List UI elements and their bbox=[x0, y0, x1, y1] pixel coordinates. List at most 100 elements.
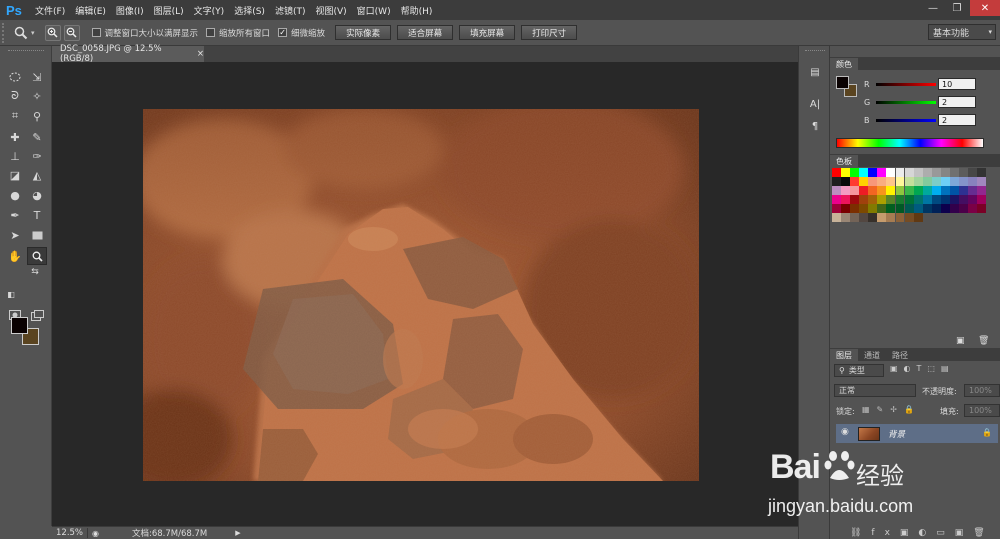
color-swatch[interactable] bbox=[886, 168, 896, 177]
color-swatch[interactable] bbox=[895, 195, 905, 205]
slider-track[interactable] bbox=[876, 118, 936, 122]
color-swatch[interactable] bbox=[931, 177, 941, 186]
path-selection-tool-icon[interactable]: ➤ bbox=[5, 226, 25, 244]
color-swatch[interactable] bbox=[841, 168, 850, 177]
paint-bucket-tool-icon[interactable]: ◭ bbox=[27, 166, 47, 184]
color-swatch[interactable] bbox=[868, 177, 878, 186]
document-tab[interactable]: DSC_0058.JPG @ 12.5%(RGB/8) × bbox=[52, 44, 204, 64]
color-swatch[interactable] bbox=[959, 177, 968, 186]
fill-input[interactable]: 100% bbox=[964, 404, 1000, 417]
color-swatch[interactable] bbox=[940, 168, 950, 177]
color-swatch[interactable] bbox=[922, 195, 932, 205]
strip-grip[interactable] bbox=[805, 50, 825, 51]
checkbox-box[interactable] bbox=[206, 28, 216, 37]
color-swatch[interactable] bbox=[850, 195, 860, 205]
slider-blue[interactable]: B 2 bbox=[864, 113, 1000, 127]
toolbox-grip[interactable] bbox=[8, 50, 44, 54]
zoom-level[interactable]: 12.5% bbox=[52, 528, 88, 538]
color-swatch[interactable] bbox=[913, 204, 923, 214]
resize-windows-checkbox[interactable]: 调整窗口大小以满屏显示 bbox=[91, 27, 198, 39]
color-swatch[interactable] bbox=[868, 186, 878, 196]
slider-track[interactable] bbox=[876, 82, 936, 86]
workspace-switcher[interactable]: 基本功能 ▾ bbox=[928, 24, 996, 40]
color-swatch[interactable] bbox=[950, 168, 959, 177]
color-swatch[interactable] bbox=[895, 186, 905, 196]
character-panel-icon[interactable]: A| bbox=[807, 96, 823, 112]
magic-wand-tool-icon[interactable]: ✧ bbox=[27, 87, 47, 105]
color-swatch[interactable] bbox=[841, 195, 850, 205]
tool-preset-dropdown-icon[interactable]: ▾ bbox=[31, 29, 35, 37]
color-swatch[interactable] bbox=[968, 204, 978, 214]
close-button[interactable]: ✕ bbox=[970, 0, 1000, 16]
menu-filter[interactable]: 滤镜(T) bbox=[270, 4, 311, 17]
slider-track[interactable] bbox=[876, 100, 936, 104]
color-swatch[interactable] bbox=[904, 195, 914, 205]
color-swatch[interactable] bbox=[877, 195, 887, 205]
layer-filter-dropdown[interactable]: ⚲ 类型 bbox=[834, 364, 884, 377]
color-swatch[interactable] bbox=[959, 168, 968, 177]
color-swatch[interactable] bbox=[868, 213, 878, 223]
menu-view[interactable]: 视图(V) bbox=[310, 4, 351, 17]
swap-colors-icon[interactable]: ⇆ bbox=[29, 266, 41, 278]
color-spectrum-bar[interactable] bbox=[836, 138, 984, 148]
slider-red[interactable]: R 10 bbox=[864, 77, 1000, 91]
color-swatch[interactable] bbox=[940, 195, 950, 205]
lasso-tool-icon[interactable]: ᘐ bbox=[5, 87, 25, 105]
color-swatch[interactable] bbox=[877, 177, 887, 186]
color-swatch[interactable] bbox=[850, 204, 860, 214]
color-swatch[interactable] bbox=[832, 168, 841, 177]
color-swatch[interactable] bbox=[895, 168, 905, 177]
opacity-input[interactable]: 100% bbox=[964, 384, 1000, 397]
color-swatch[interactable] bbox=[895, 204, 905, 214]
menu-window[interactable]: 窗口(W) bbox=[352, 4, 396, 17]
color-swatch[interactable] bbox=[850, 168, 860, 177]
color-swatch[interactable] bbox=[940, 204, 950, 214]
color-swatch[interactable] bbox=[968, 195, 978, 205]
dodge-tool-icon[interactable]: ◕ bbox=[27, 186, 47, 204]
color-swatch[interactable] bbox=[922, 204, 932, 214]
menu-type[interactable]: 文字(Y) bbox=[189, 4, 230, 17]
color-swatch[interactable] bbox=[886, 177, 896, 186]
actual-pixels-button[interactable]: 实际像素 bbox=[335, 25, 392, 40]
eraser-tool-icon[interactable]: ◪ bbox=[5, 166, 25, 184]
color-swatch[interactable] bbox=[877, 168, 887, 177]
menu-edit[interactable]: 编辑(E) bbox=[70, 4, 111, 17]
fit-screen-button[interactable]: 适合屏幕 bbox=[397, 25, 454, 40]
color-swatch[interactable] bbox=[877, 213, 887, 223]
blur-tool-icon[interactable]: ● bbox=[5, 186, 25, 204]
print-size-button[interactable]: 打印尺寸 bbox=[521, 25, 578, 40]
canvas-area[interactable] bbox=[52, 62, 798, 526]
zoom-in-icon[interactable] bbox=[44, 24, 61, 41]
color-swatch[interactable] bbox=[841, 204, 850, 214]
color-swatch[interactable] bbox=[850, 177, 860, 186]
color-swatch[interactable] bbox=[859, 186, 869, 196]
new-swatch-icon[interactable]: ▣ bbox=[956, 336, 965, 346]
color-swatch[interactable] bbox=[868, 204, 878, 214]
color-swatch[interactable] bbox=[859, 213, 869, 223]
minimize-button[interactable]: — bbox=[922, 0, 944, 16]
tab-paths[interactable]: 路径 bbox=[886, 349, 914, 361]
color-swatch[interactable] bbox=[859, 195, 869, 205]
tab-layers[interactable]: 图层 bbox=[830, 349, 858, 361]
menu-file[interactable]: 文件(F) bbox=[30, 4, 70, 17]
history-panel-icon[interactable]: ▤ bbox=[807, 64, 823, 80]
color-swatch[interactable] bbox=[877, 204, 887, 214]
color-swatch[interactable] bbox=[968, 177, 978, 186]
color-swatch[interactable] bbox=[968, 186, 978, 196]
lock-icons[interactable]: ▦✎✢🔒 bbox=[862, 405, 921, 414]
checkbox-box[interactable] bbox=[91, 28, 101, 37]
hand-tool-icon[interactable]: ✋ bbox=[5, 247, 25, 265]
color-swatch[interactable] bbox=[959, 186, 968, 196]
menu-layer[interactable]: 图层(L) bbox=[149, 4, 189, 17]
tab-swatches[interactable]: 色板 bbox=[830, 155, 858, 167]
zoom-tool-icon[interactable] bbox=[27, 247, 47, 265]
grip-handle[interactable] bbox=[2, 22, 12, 43]
color-swatch[interactable] bbox=[859, 168, 869, 177]
color-swatch[interactable] bbox=[859, 177, 869, 186]
color-swatch[interactable] bbox=[832, 195, 841, 205]
menu-help[interactable]: 帮助(H) bbox=[396, 4, 438, 17]
color-swatch[interactable] bbox=[895, 213, 905, 223]
color-swatch[interactable] bbox=[950, 195, 959, 205]
move-tool-icon[interactable]: ⇲ bbox=[27, 68, 47, 86]
color-swatch[interactable] bbox=[950, 186, 959, 196]
